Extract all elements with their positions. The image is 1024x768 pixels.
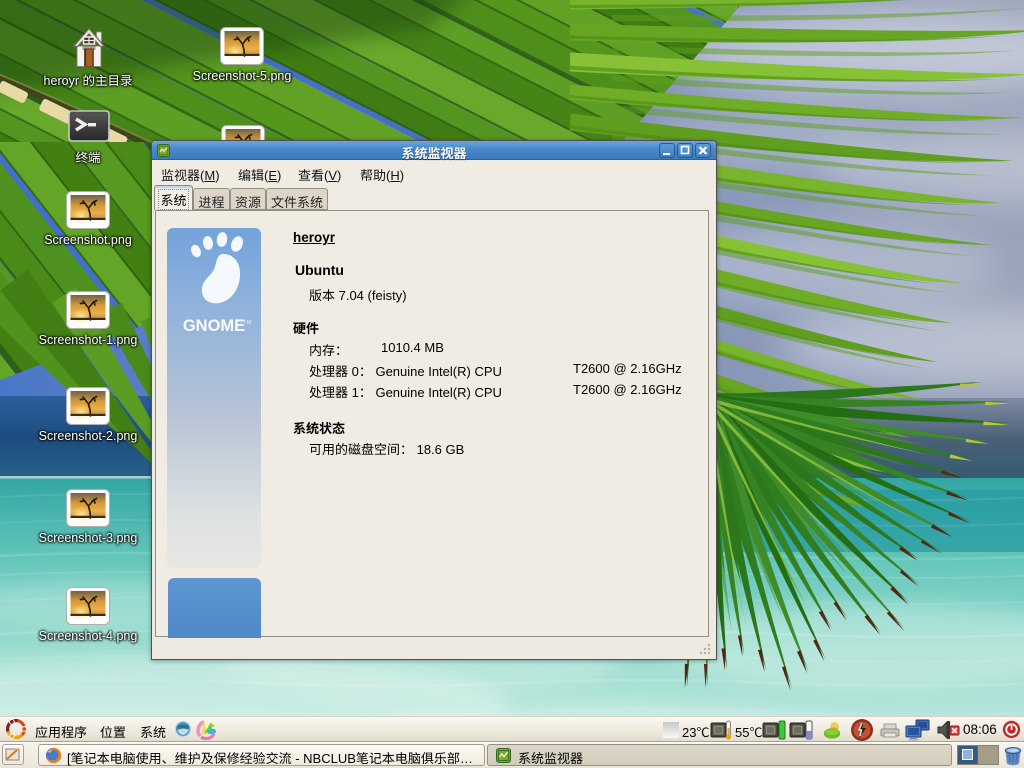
svg-text:GNOME: GNOME — [183, 317, 245, 335]
svg-text:TM: TM — [243, 320, 252, 326]
